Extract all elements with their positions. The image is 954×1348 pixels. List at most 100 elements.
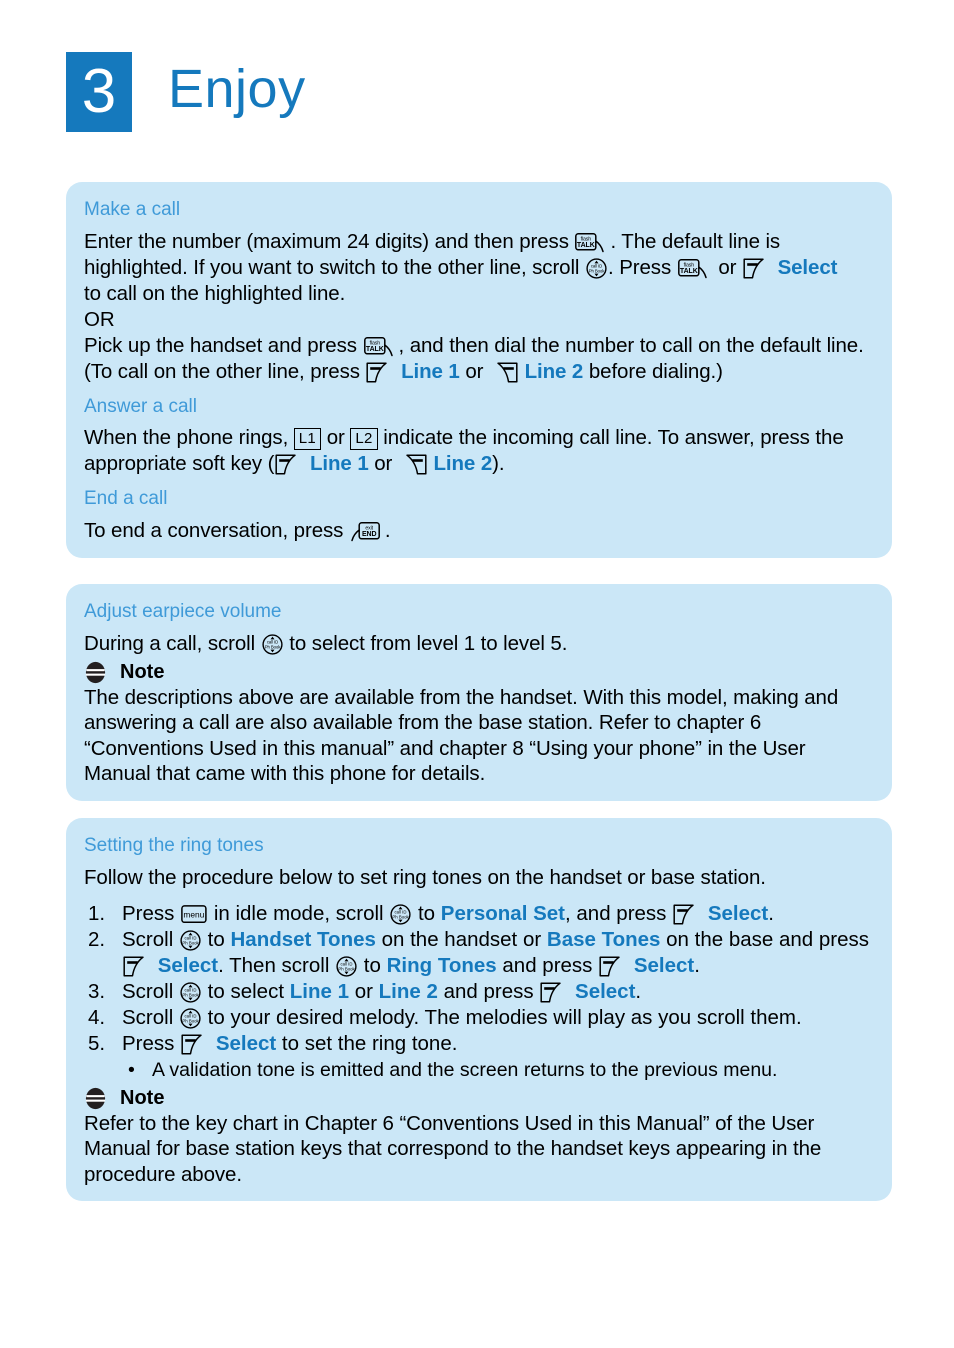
section-heading-setting-the-ring-tones: Setting the ring tones: [84, 835, 264, 856]
step-5-sub-list: • A validation tone is emitted and the s…: [122, 1057, 874, 1083]
scroll-navigation-key-icon: call ID Ph Book: [336, 956, 357, 977]
step-4-text-1: Scroll: [122, 1005, 174, 1029]
make-a-call-text-8: , and then dial the number to call on th…: [398, 333, 864, 357]
step-3-text-1: Scroll: [122, 979, 174, 1003]
make-a-call-text-10: or: [465, 359, 484, 383]
svg-text:TALK: TALK: [365, 346, 383, 353]
ringtones-note-body: Refer to the key chart in Chapter 6 “Con…: [84, 1111, 822, 1186]
list-item: 2. Scroll call ID Ph Book to Handset Ton…: [84, 927, 874, 979]
svg-text:Ph Book: Ph Book: [338, 966, 355, 971]
scroll-navigation-key-icon: call ID Ph Book: [180, 1008, 201, 1029]
left-soft-key-icon: [599, 956, 627, 977]
section-heading-make-a-call: Make a call: [84, 199, 181, 220]
make-a-call-text-1: Enter the number (maximum 24 digits) and…: [84, 229, 569, 253]
bullet-glyph: •: [128, 1058, 135, 1081]
section-heading-answer-a-call: Answer a call: [84, 395, 197, 417]
list-item: 3. Scroll call ID Ph Book to select Line…: [84, 979, 874, 1005]
answer-a-call-text-2: or: [326, 426, 345, 450]
answer-a-call-text-6: ).: [492, 452, 505, 476]
left-soft-key-icon: [366, 362, 394, 383]
volume-note-body: The descriptions above are available fro…: [84, 685, 839, 786]
select-label: Select: [215, 1031, 277, 1055]
panel-setting-the-ring-tones: Setting the ring tones Follow the proced…: [66, 818, 892, 1202]
svg-text:menu: menu: [184, 909, 205, 919]
line-2-label: Line 2: [378, 979, 438, 1003]
line-1-indicator-badge: L1: [293, 428, 322, 451]
talk-key-icon: flash TALK: [677, 258, 712, 279]
make-a-call-body: Enter the number (maximum 24 digits) and…: [84, 229, 874, 385]
page-title: Enjoy: [168, 59, 306, 119]
make-a-call-text-11: before dialing.): [588, 359, 723, 383]
left-soft-key-icon: [743, 258, 771, 279]
svg-text:TALK: TALK: [680, 268, 698, 275]
end-a-call-body: To end a conversation, press exit END .: [84, 518, 874, 544]
left-soft-key-icon: [540, 982, 568, 1003]
select-label: Select: [575, 979, 636, 1003]
step-5-text-1: Press: [122, 1031, 175, 1055]
svg-text:Ph Book: Ph Book: [182, 1018, 199, 1023]
ringtones-step-list: 1. Press menu in idle mode, scroll call …: [84, 901, 874, 1083]
step-5-sub-text: A validation tone is emitted and the scr…: [152, 1058, 778, 1081]
note-header: Note: [84, 1087, 874, 1110]
select-label: Select: [157, 953, 219, 977]
left-soft-key-icon: [123, 956, 151, 977]
left-soft-key-icon: [275, 454, 303, 475]
step-number: 1.: [88, 901, 106, 925]
volume-text-2: to select from level 1 to level 5.: [289, 631, 568, 655]
section-heading-end-a-call: End a call: [84, 488, 168, 510]
list-item: • A validation tone is emitted and the s…: [122, 1057, 874, 1083]
svg-text:Ph Book: Ph Book: [264, 644, 280, 649]
list-item: 1. Press menu in idle mode, scroll call …: [84, 901, 874, 927]
step-number: 5.: [88, 1031, 106, 1055]
end-a-call-text-2: .: [384, 519, 391, 543]
list-item: 5. Press Select to set the ring tone. • …: [84, 1031, 874, 1083]
step-number: 2.: [88, 927, 106, 951]
step-3-text-3: or: [354, 979, 373, 1003]
note-icon: [84, 1087, 107, 1110]
scroll-navigation-key-icon: call ID Ph Book: [390, 904, 411, 925]
svg-text:TALK: TALK: [577, 242, 595, 249]
svg-text:Ph Book: Ph Book: [182, 992, 199, 997]
volume-text-1: During a call, scroll: [84, 631, 256, 655]
line-1-label: Line 1: [289, 979, 349, 1003]
select-label: Select: [707, 901, 769, 925]
list-item: 4. Scroll call ID Ph Book to your desire…: [84, 1005, 874, 1031]
note-icon: [84, 661, 107, 684]
line-2-label: Line 2: [524, 359, 584, 383]
step-5-text-2: to set the ring tone.: [281, 1031, 458, 1055]
talk-key-icon: flash TALK: [575, 232, 609, 253]
step-4-text-2: to your desired melody. The melodies wil…: [207, 1005, 802, 1029]
line-1-label: Line 1: [401, 359, 460, 383]
select-label: Select: [777, 255, 838, 279]
note-label: Note: [120, 1086, 165, 1109]
make-a-call-text-9: (To call on the other line, press: [84, 359, 360, 383]
make-a-call-or: OR: [84, 307, 115, 331]
menu-key-icon: menu: [181, 904, 207, 925]
line-2-label: Line 2: [433, 452, 493, 476]
handset-tones-label: Handset Tones: [230, 927, 376, 951]
svg-text:Ph Book: Ph Book: [589, 268, 605, 273]
step-1-text-2: in idle mode, scroll: [213, 901, 384, 925]
talk-key-icon: flash TALK: [363, 336, 398, 357]
step-2-text-8: .: [694, 953, 700, 977]
chapter-number-badge: 3: [66, 52, 132, 132]
step-2-text-4: on the base and press: [666, 927, 870, 951]
step-2-text-6: to: [363, 953, 381, 977]
right-soft-key-icon: [399, 454, 427, 475]
answer-a-call-text-4: appropriate soft key (: [84, 452, 275, 476]
answer-a-call-text-5: or: [374, 452, 393, 476]
step-1-text-4: , and press: [565, 901, 667, 925]
personal-set-label: Personal Set: [440, 901, 565, 925]
note-header: Note: [84, 661, 874, 684]
step-number: 4.: [88, 1005, 106, 1029]
section-heading-adjust-earpiece-volume: Adjust earpiece volume: [84, 601, 282, 622]
ring-tones-label: Ring Tones: [386, 953, 497, 977]
scroll-navigation-key-icon: call ID Ph Book: [180, 930, 201, 951]
answer-a-call-body: When the phone rings, L1 or L2 indicate …: [84, 425, 874, 477]
step-2-text-5: . Then scroll: [218, 953, 330, 977]
step-number: 3.: [88, 979, 106, 1003]
ringtones-intro: Follow the procedure below to set ring t…: [84, 865, 766, 889]
line-1-label: Line 1: [309, 452, 369, 476]
svg-text:END: END: [362, 531, 377, 538]
select-label: Select: [633, 953, 695, 977]
